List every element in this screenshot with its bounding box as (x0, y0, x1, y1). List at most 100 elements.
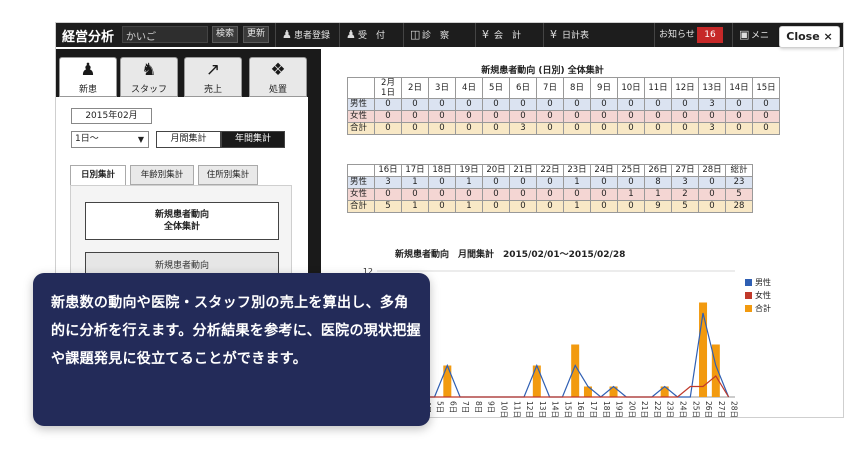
tab-new-patient[interactable]: ♟ 新患 (59, 57, 117, 97)
table-cell: 0 (374, 98, 402, 111)
tab-label: 新患 (78, 85, 97, 95)
day-header: 17日 (401, 164, 429, 177)
row-label: 女性 (347, 188, 375, 201)
tab-treatment[interactable]: ❖ 処置 (249, 57, 307, 97)
legend-label: 男性 (755, 277, 771, 287)
table-cell: 0 (401, 110, 429, 123)
table-cell: 0 (617, 110, 645, 123)
table-cell: 0 (509, 110, 537, 123)
search-input[interactable]: かいご (122, 26, 208, 43)
subtab-address[interactable]: 住所別集計 (198, 165, 258, 185)
table-cell: 0 (455, 122, 483, 135)
day-header: 6日 (509, 77, 537, 99)
day-header: 14日 (725, 77, 753, 99)
x-tick-label: 26日 (704, 401, 713, 418)
x-tick-label: 6日 (448, 401, 457, 413)
tab-label: 売上 (203, 85, 222, 95)
table-cell: 0 (698, 110, 726, 123)
x-tick-label: 23日 (666, 401, 675, 418)
nav-billing[interactable]: ¥ 会 計 (475, 23, 543, 47)
tab-staff[interactable]: ♞ スタッフ (120, 57, 178, 97)
series-line-male (383, 312, 730, 398)
table-cell: 0 (563, 122, 591, 135)
nav-notice[interactable]: お知らせ (654, 23, 696, 47)
day-header: 25日 (617, 164, 645, 177)
legend-swatch (745, 305, 752, 312)
nav-reception[interactable]: ♟ 受 付 (339, 23, 403, 47)
subtab-daily[interactable]: 日別集計 (70, 165, 126, 185)
nav-daily-report[interactable]: ¥ 日計表 (543, 23, 611, 47)
tab-sales[interactable]: ↗ 売上 (184, 57, 242, 97)
table-cell: 0 (617, 176, 645, 189)
table-cell: 5 (374, 200, 402, 213)
table-header-row: 16日 17日 18日 19日 20日 21日 22日 23日 24日 25日 26日 27日 28日総… (347, 164, 753, 177)
yearly-total-button[interactable]: 年間集計 (221, 131, 285, 148)
close-button[interactable]: Close × (779, 26, 840, 48)
yen-icon: ¥ (550, 28, 557, 41)
refresh-button[interactable]: 更新 (243, 26, 270, 43)
table-cell: 0 (644, 110, 672, 123)
table-cell: 23 (725, 176, 753, 189)
x-tick-label: 14日 (551, 401, 560, 418)
table-row-male: 男性 3 1 0 1 0 0 0 1 0 0 8 3 0 23 (347, 176, 753, 189)
legend-label: 女性 (755, 290, 771, 300)
report-line: 全体集計 (163, 222, 200, 232)
table-cell: 0 (509, 176, 537, 189)
day-header: 2月 1日 (374, 77, 402, 99)
subtab-age[interactable]: 年齢別集計 (130, 165, 194, 185)
table-cell: 1 (563, 176, 591, 189)
table-cell: 0 (536, 98, 564, 111)
table-cell: 0 (428, 176, 456, 189)
nav-label: 受 付 (358, 31, 386, 41)
table-cell: 0 (428, 122, 456, 135)
x-tick-label: 9日 (487, 401, 496, 413)
table-cell: 1 (644, 188, 672, 201)
table-cell: 0 (563, 98, 591, 111)
table-cell: 3 (509, 122, 537, 135)
table-cell: 0 (509, 188, 537, 201)
monthly-total-button[interactable]: 月間集計 (156, 131, 221, 148)
top-toolbar: 経営分析 かいご 検索 更新 ♟ 患者登録 ♟ 受 付 ◫ 診 察 ¥ 会 計 ¥ 日計表… (56, 23, 843, 47)
month-field[interactable]: 2015年02月 (71, 108, 152, 124)
search-button[interactable]: 検索 (212, 26, 239, 43)
table-cell: 0 (590, 98, 618, 111)
table-cell: 0 (563, 110, 591, 123)
day-header: 27日 (671, 164, 699, 177)
nav-patient-register[interactable]: ♟ 患者登録 (275, 23, 339, 47)
table-cell: 0 (482, 122, 510, 135)
daily-table-second-half: 16日 17日 18日 19日 20日 21日 22日 23日 24日 25日 26日 27日 28日総… (347, 164, 753, 213)
row-label: 女性 (347, 110, 375, 123)
table-cell: 0 (698, 188, 726, 201)
nav-exam[interactable]: ◫ 診 察 (403, 23, 475, 47)
legend-swatch (745, 292, 752, 299)
table-cell: 0 (590, 188, 618, 201)
table-cell: 5 (725, 188, 753, 201)
tab-label: 処置 (268, 85, 287, 95)
table-cell: 0 (590, 200, 618, 213)
table-cell: 0 (482, 110, 510, 123)
day-select[interactable]: 1日～ ▼ (71, 131, 149, 148)
day-header: 9日 (590, 77, 618, 99)
table-cell: 0 (482, 200, 510, 213)
table-cell: 0 (671, 110, 699, 123)
tab-label: スタッフ (130, 85, 167, 95)
table-cell: 0 (482, 98, 510, 111)
row-label: 合計 (347, 200, 375, 213)
day-header: 10日 (617, 77, 645, 99)
table-cell: 1 (455, 176, 483, 189)
table-title: 新規患者動向 (日別) 全体集計 (481, 66, 604, 76)
tooth-icon: ❖ (270, 60, 286, 80)
day-header: 11日 (644, 77, 672, 99)
day-select-value: 1日～ (75, 134, 99, 144)
table-cell: 0 (455, 98, 483, 111)
table-cell: 1 (563, 200, 591, 213)
table-cell: 0 (374, 188, 402, 201)
table-row-total: 合計 0 0 0 0 0 3 0 0 0 0 0 0 3 0 0 (347, 122, 780, 135)
table-cell: 0 (536, 110, 564, 123)
table-cell: 3 (698, 98, 726, 111)
report-button-overall[interactable]: 新規患者動向 全体集計 (85, 202, 279, 240)
sub-tabs: 日別集計 年齢別集計 住所別集計 (70, 165, 290, 185)
table-cell: 0 (671, 98, 699, 111)
x-tick-label: 24日 (678, 401, 687, 418)
table-cell: 1 (401, 200, 429, 213)
